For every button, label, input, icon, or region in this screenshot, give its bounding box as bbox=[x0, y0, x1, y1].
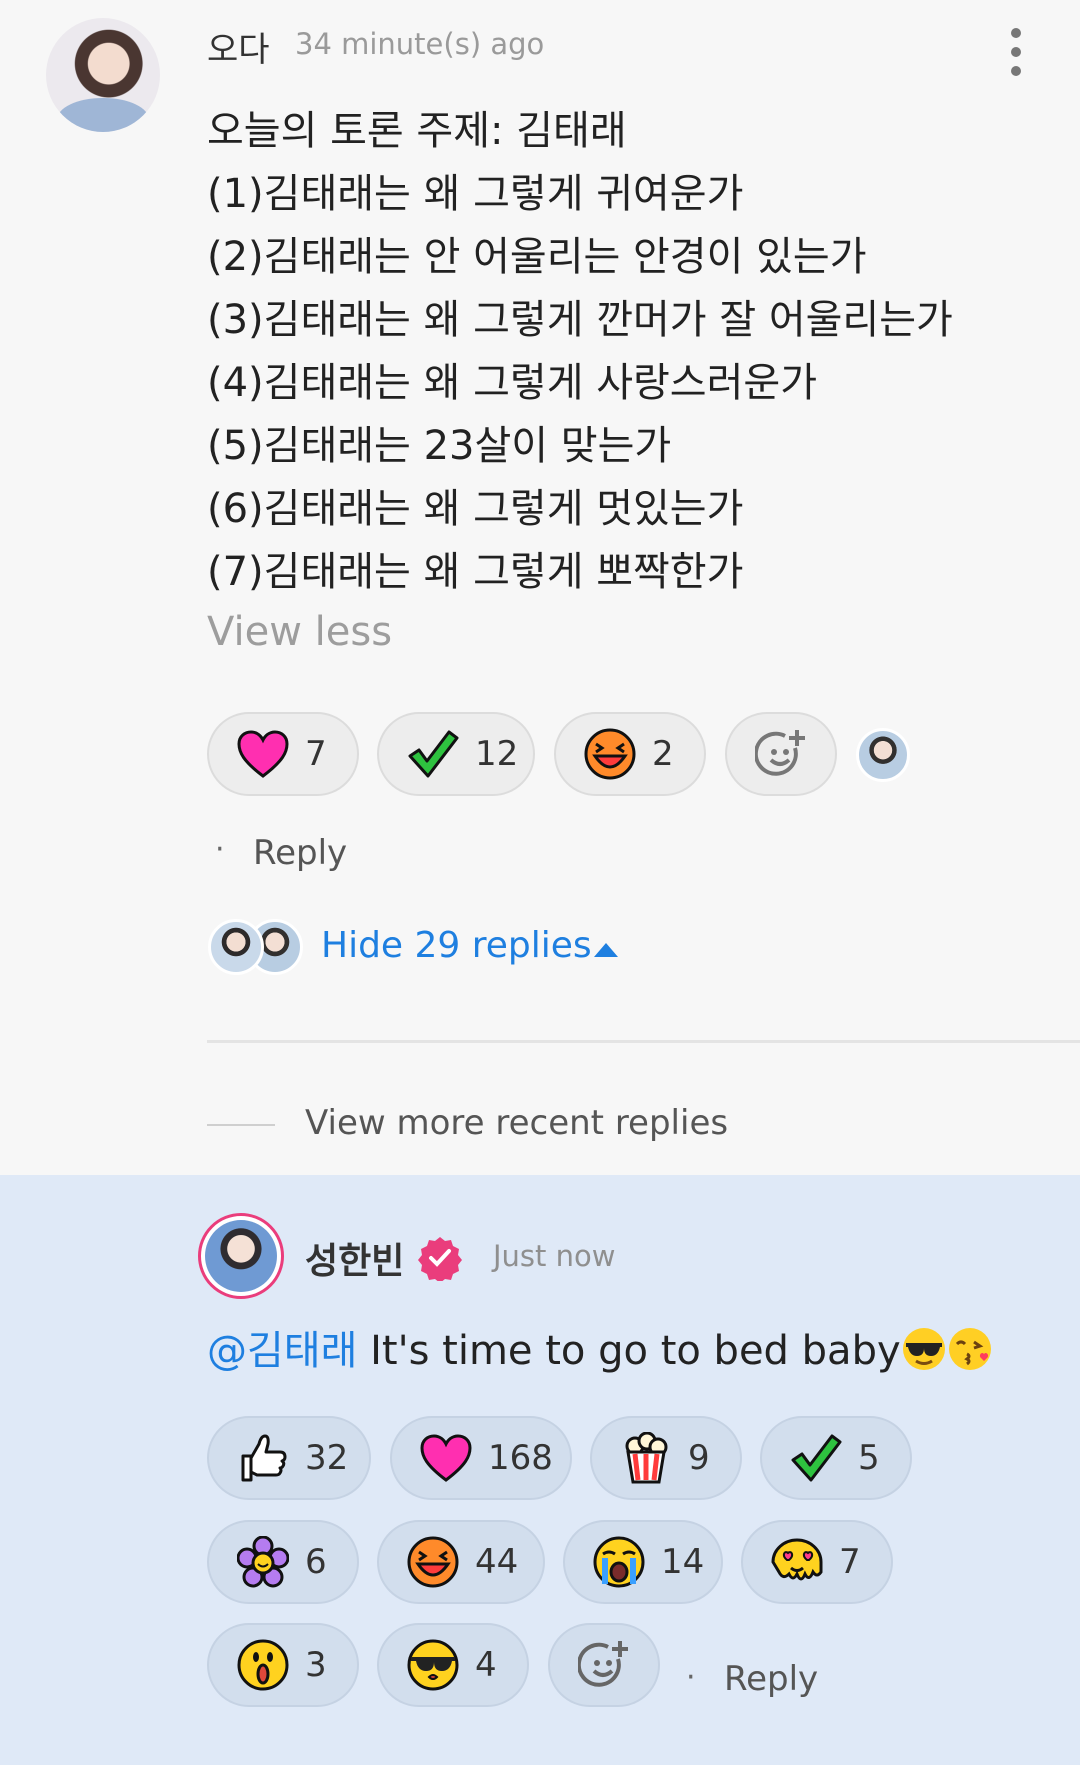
replier-avatar bbox=[208, 919, 264, 975]
reaction-count: 4 bbox=[475, 1645, 497, 1685]
reaction-count: 7 bbox=[839, 1542, 861, 1582]
add-reaction-icon bbox=[578, 1639, 630, 1691]
reaction-shocked[interactable]: 3 bbox=[207, 1623, 359, 1707]
reaction-flower[interactable]: 6 bbox=[207, 1520, 359, 1604]
comment-timestamp: 34 minute(s) ago bbox=[295, 27, 545, 61]
reaction-count: 32 bbox=[305, 1438, 349, 1478]
reaction-popcorn[interactable]: 9 bbox=[590, 1416, 742, 1500]
reaction-kissing-sunglasses[interactable]: 4 bbox=[377, 1623, 529, 1707]
reaction-laughing[interactable]: 44 bbox=[377, 1520, 545, 1604]
check-icon bbox=[790, 1432, 842, 1484]
heart-eyes-melting-icon bbox=[771, 1536, 823, 1588]
reply-timestamp: Just now bbox=[493, 1239, 616, 1273]
reply-button[interactable]: Reply bbox=[253, 833, 347, 873]
laughing-face-icon bbox=[407, 1536, 459, 1588]
comment-body: 오늘의 토론 주제: 김태래 (1)김태래는 왜 그렇게 귀여운가 (2)김태래… bbox=[207, 100, 953, 604]
reaction-count: 44 bbox=[475, 1542, 519, 1582]
kissing-sunglasses-icon bbox=[407, 1639, 459, 1691]
reply-avatar[interactable] bbox=[205, 1220, 277, 1292]
flower-icon bbox=[236, 1535, 290, 1588]
reaction-count: 9 bbox=[688, 1438, 710, 1478]
caret-up-icon[interactable] bbox=[594, 943, 618, 957]
commenter-avatar[interactable] bbox=[46, 18, 160, 132]
reaction-count: 2 bbox=[652, 734, 674, 774]
reaction-count: 14 bbox=[661, 1542, 705, 1582]
reactor-avatar[interactable] bbox=[856, 728, 910, 782]
heart-icon bbox=[237, 730, 289, 778]
reaction-laughing[interactable]: 2 bbox=[554, 712, 706, 796]
separator-dot: · bbox=[215, 832, 225, 867]
crying-face-icon bbox=[593, 1536, 645, 1588]
reaction-check[interactable]: 5 bbox=[760, 1416, 912, 1500]
reaction-count: 7 bbox=[305, 734, 327, 774]
verified-badge-icon bbox=[417, 1235, 463, 1283]
reaction-thumbs-up[interactable]: 32 bbox=[207, 1416, 371, 1500]
thumbs-up-icon bbox=[237, 1432, 289, 1484]
reaction-count: 3 bbox=[305, 1645, 327, 1685]
view-less-link[interactable]: View less bbox=[207, 609, 392, 655]
reaction-count: 5 bbox=[858, 1438, 880, 1478]
comment-line: (4)김태래는 왜 그렇게 사랑스러운가 bbox=[207, 360, 818, 406]
divider-short bbox=[207, 1124, 275, 1126]
reply-button[interactable]: Reply bbox=[724, 1659, 818, 1699]
comment-line: (5)김태래는 23살이 맞는가 bbox=[207, 423, 672, 469]
comment-line: (2)김태래는 안 어울리는 안경이 있는가 bbox=[207, 234, 867, 280]
reaction-count: 168 bbox=[488, 1438, 553, 1478]
reaction-heart[interactable]: 7 bbox=[207, 712, 359, 796]
divider bbox=[207, 1040, 1080, 1043]
popcorn-icon bbox=[620, 1431, 672, 1484]
separator-dot: · bbox=[686, 1660, 696, 1695]
add-reaction-icon bbox=[755, 728, 807, 780]
reaction-check[interactable]: 12 bbox=[377, 712, 535, 796]
heart-icon bbox=[420, 1434, 472, 1482]
comment-thread: 오다 34 minute(s) ago 오늘의 토론 주제: 김태래 (1)김태… bbox=[0, 0, 1080, 1765]
reaction-crying[interactable]: 14 bbox=[563, 1520, 723, 1604]
more-options-icon[interactable] bbox=[1006, 28, 1026, 78]
check-icon bbox=[407, 728, 459, 780]
shocked-face-icon bbox=[237, 1639, 289, 1691]
comment-line: (6)김태래는 왜 그렇게 멋있는가 bbox=[207, 486, 744, 532]
reaction-heart[interactable]: 168 bbox=[390, 1416, 572, 1500]
kissing-heart-emoji-icon bbox=[947, 1326, 993, 1372]
reaction-heart-eyes[interactable]: 7 bbox=[741, 1520, 893, 1604]
reply-username[interactable]: 성한빈 bbox=[305, 1232, 404, 1284]
reaction-count: 6 bbox=[305, 1542, 327, 1582]
add-reaction-button[interactable] bbox=[725, 712, 837, 796]
laughing-face-icon bbox=[584, 728, 636, 780]
reply-message: It's time to go to bed baby bbox=[357, 1328, 901, 1374]
sunglasses-emoji-icon bbox=[901, 1326, 947, 1372]
reply-body: @김태래 It's time to go to bed baby bbox=[207, 1318, 993, 1376]
view-more-recent-replies[interactable]: View more recent replies bbox=[305, 1103, 728, 1143]
comment-line: (3)김태래는 왜 그렇게 깐머가 잘 어울리는가 bbox=[207, 297, 953, 343]
comment-line: 오늘의 토론 주제: 김태래 bbox=[207, 108, 627, 154]
reaction-count: 12 bbox=[475, 734, 519, 774]
mention-link[interactable]: @김태래 bbox=[207, 1328, 357, 1374]
add-reaction-button[interactable] bbox=[548, 1623, 660, 1707]
comment-line: (7)김태래는 왜 그렇게 뽀짝한가 bbox=[207, 549, 744, 595]
hide-replies-toggle[interactable]: Hide 29 replies bbox=[321, 925, 592, 966]
comment-line: (1)김태래는 왜 그렇게 귀여운가 bbox=[207, 171, 744, 217]
commenter-username[interactable]: 오다 bbox=[207, 22, 270, 71]
